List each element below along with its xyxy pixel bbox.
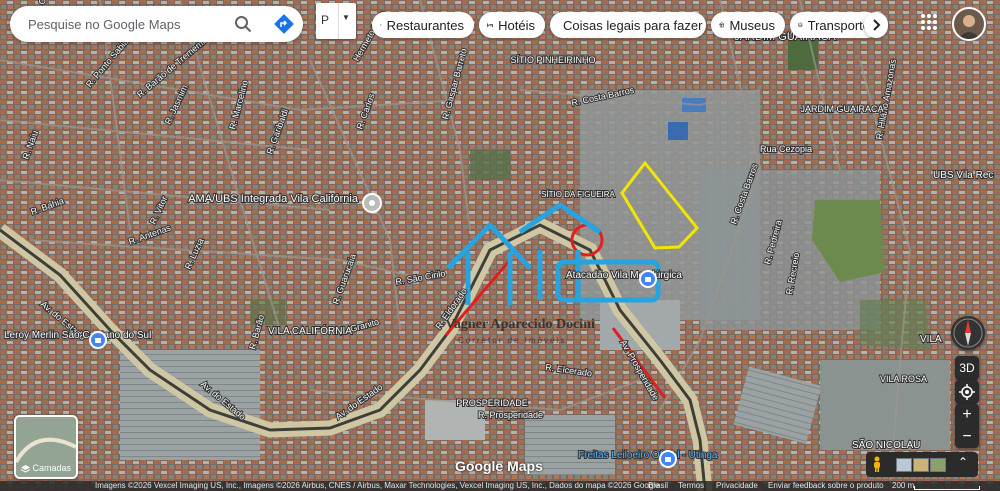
search-input[interactable]: Pesquise no Google Maps xyxy=(28,17,180,32)
poi-label-atacadao: Atacadão Vila Metalúrgica xyxy=(566,270,682,281)
place-label: UBS Vila Rec xyxy=(933,170,993,181)
chip-label: Museus xyxy=(729,17,775,33)
watermark-name: Vagner Aparecido Docini xyxy=(445,317,595,332)
chip-museus[interactable]: Museus xyxy=(711,12,785,38)
apps-grid-icon[interactable] xyxy=(920,13,938,31)
parking-button[interactable]: P ▼ xyxy=(316,3,356,39)
poi-label-ama-ubs: AMA/UBS Integrada Vila Califórnia xyxy=(188,193,359,205)
place-label: JARDIM GUAIRACA xyxy=(800,104,883,114)
tilt-3d-button[interactable]: 3D xyxy=(955,356,979,380)
place-label: SÃO NICOLAU xyxy=(852,438,920,451)
place-label: VILA xyxy=(920,334,942,345)
chevron-right-icon xyxy=(873,19,881,31)
terms-link[interactable]: Termos xyxy=(678,481,704,491)
compass-button[interactable] xyxy=(951,316,985,350)
chevron-down-icon[interactable]: ▼ xyxy=(342,13,350,22)
imagery-thumbnail[interactable] xyxy=(896,458,912,472)
museum-icon xyxy=(719,22,725,28)
place-label: PROSPERIDADE xyxy=(456,398,528,408)
search-icon[interactable] xyxy=(234,15,252,33)
poi-label-leroy: Leroy Merlin São Caetano do Sul xyxy=(4,330,151,341)
shopping-pin-icon[interactable] xyxy=(659,450,677,468)
attribution-bar: Imagens ©2026 Vexcel Imaging US, Inc., I… xyxy=(0,481,1000,491)
place-label: VILA CALIFÓRNIA xyxy=(268,324,352,337)
scale-label[interactable]: 200 m xyxy=(892,481,914,491)
imagery-thumbnail[interactable] xyxy=(930,458,946,472)
chip-coisas-legais[interactable]: Coisas legais para fazer xyxy=(550,12,706,38)
bed-icon xyxy=(487,23,494,28)
chips-next-button[interactable] xyxy=(864,12,888,38)
zoom-out-button[interactable]: − xyxy=(955,426,979,448)
parking-label: P xyxy=(321,13,330,27)
layers-button[interactable]: Camadas xyxy=(14,415,78,479)
chip-label: Hotéis xyxy=(498,17,535,33)
chip-restaurantes[interactable]: Restaurantes xyxy=(372,12,474,38)
street-label: Rua Cezopia xyxy=(760,144,812,154)
scale-bar xyxy=(914,486,980,490)
layers-icon xyxy=(20,464,31,473)
account-avatar[interactable] xyxy=(952,7,986,41)
place-label: SÍTIO DA FIGUEIRA xyxy=(541,190,615,199)
zoom-control: + − xyxy=(955,404,979,448)
chip-label: Restaurantes xyxy=(386,17,464,33)
zoom-in-button[interactable]: + xyxy=(955,404,979,426)
my-location-icon xyxy=(959,384,975,400)
shopping-pin-icon[interactable] xyxy=(639,270,657,288)
divider xyxy=(338,3,339,39)
place-label: VILA ROSA xyxy=(880,374,927,384)
chevron-up-icon[interactable]: ⌃ xyxy=(958,455,968,469)
pegman-icon[interactable] xyxy=(872,456,882,472)
bus-icon xyxy=(798,22,803,27)
poi-label-freitas: Freitas Leiloeiro Oficial - Utinga xyxy=(578,450,718,461)
compass-icon xyxy=(953,318,983,348)
watermark-subtitle: Corretor de Imóveis xyxy=(458,336,566,345)
satellite-map[interactable]: Vagner Aparecido Docini Corretor de Imóv… xyxy=(0,0,1000,491)
feedback-link[interactable]: Enviar feedback sobre o produto xyxy=(768,481,884,491)
poi-pin-icon[interactable] xyxy=(362,193,382,213)
imagery-credit: Imagens ©2026 Vexcel Imaging US, Inc., I… xyxy=(95,481,660,490)
chip-hoteis[interactable]: Hotéis xyxy=(479,12,545,38)
search-box[interactable]: Pesquise no Google Maps xyxy=(10,6,303,42)
google-maps-logo: Google Maps xyxy=(455,458,543,474)
layers-label: Camadas xyxy=(16,463,76,473)
privacy-link[interactable]: Privacidade xyxy=(716,481,758,491)
chip-label: Coisas legais para fazer xyxy=(563,17,703,33)
directions-icon[interactable] xyxy=(274,14,294,34)
my-location-button[interactable] xyxy=(955,380,979,404)
fork-knife-icon xyxy=(380,24,382,26)
country-label: Brasil xyxy=(648,481,669,490)
place-label: SÍTIO PINHEIRINHO xyxy=(510,55,595,65)
chip-label: Transporte xyxy=(807,17,870,33)
imagery-thumbnail[interactable] xyxy=(913,458,929,472)
shopping-pin-icon[interactable] xyxy=(89,331,107,349)
street-label: R. Prosperidade xyxy=(478,410,543,420)
